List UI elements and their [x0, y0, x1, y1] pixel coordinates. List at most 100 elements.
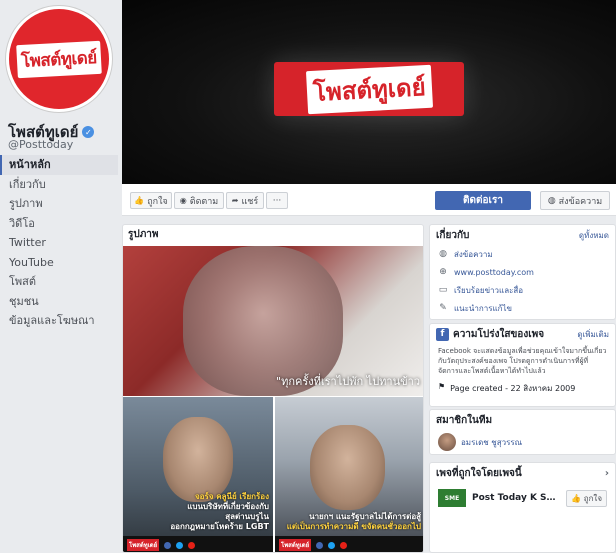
caption-line: ออกกฎหมายโหดร้าย LGBT [170, 522, 269, 531]
caption-line: จอร์จ คลูนีย์ เรียกร้อง [194, 492, 269, 501]
page-nav: หน้าหลัก เกี่ยวกับ รูปภาพ วิดีโอ Twitter… [0, 155, 118, 331]
nav-item-home[interactable]: หน้าหลัก [0, 155, 118, 175]
photo-quote: "ทุกครั้งที่เราไปพัก ไปทานข้าว [276, 375, 420, 388]
card-icon: ▭ [438, 285, 448, 295]
cover-photo[interactable]: โพสต์ทูเดย์ [122, 0, 616, 184]
messenger-icon: ◍ [439, 249, 447, 259]
photo-head [163, 417, 233, 502]
follow-label: ติดตาม [189, 196, 219, 207]
caption-line: สุลต่านบรูไน [225, 512, 269, 521]
avatar [438, 433, 456, 451]
nav-item-photos[interactable]: รูปภาพ [0, 194, 118, 214]
team-title: สมาชิกในทีม [436, 414, 493, 426]
youtube-icon [340, 541, 348, 549]
transparency-header: f ความโปร่งใสของเพจ ดูเพิ่มเติม [430, 324, 615, 344]
youtube-icon [188, 541, 196, 549]
messenger-icon: ◍ [547, 195, 556, 206]
liked-pages-card: เพจที่ถูกใจโดยเพจนี้ › SME Post Today K … [429, 462, 616, 553]
action-bar: 👍 ถูกใจ ◉ ติดตาม ➦ แชร์ ··· ติดต่อเรา ◍ … [122, 184, 616, 216]
page-created-row: ⚑ Page created - 22 สิงหาคม 2009 [430, 378, 615, 399]
about-title[interactable]: เกี่ยวกับ [436, 228, 469, 243]
globe-icon: ⊕ [439, 267, 447, 277]
about-row-website[interactable]: ⊕ www.posttoday.com [430, 263, 615, 281]
photos-title[interactable]: รูปภาพ [123, 225, 423, 245]
avatar-logo-bg: โพสต์ทูเดย์ [9, 9, 109, 109]
follow-button[interactable]: ◉ ติดตาม [174, 192, 224, 209]
thumbs-up-icon: 👍 [571, 493, 582, 503]
about-row-text: www.posttoday.com [454, 267, 534, 277]
about-row-category[interactable]: ▭ เรียบร้อยข่าวและสื่อ [430, 281, 615, 299]
footer-logo: โพสต์ทูเดย์ [279, 539, 312, 551]
share-label: แชร์ [241, 196, 259, 207]
about-row-text: ส่งข้อความ [454, 249, 493, 259]
left-column: โพสต์ทูเดย์ โพสต์ทูเดย์ ✓ @Posttoday หน้… [0, 0, 122, 553]
page-avatar[interactable]: โพสต์ทูเดย์ [6, 6, 112, 112]
photos-panel: รูปภาพ "ทุกครั้งที่เราไปพัก ไปทานข้าว จอ… [122, 224, 424, 553]
send-message-button[interactable]: ◍ ส่งข้อความ [540, 191, 610, 210]
transparency-see-more-link[interactable]: ดูเพิ่มเติม [577, 328, 609, 341]
photo-caption-right: นายกฯ แนะรัฐบาลไม่ได้การต่อสู้ แต่เป็นกา… [279, 512, 421, 532]
send-message-label: ส่งข้อความ [558, 196, 603, 207]
more-label: ··· [272, 195, 282, 206]
about-row-suggest-edit[interactable]: ✎ แนะนำการแก้ไข [430, 299, 615, 317]
nav-item-videos[interactable]: วิดีโอ [0, 214, 118, 234]
avatar-logo-text: โพสต์ทูเดย์ [16, 40, 102, 78]
nav-item-twitter[interactable]: Twitter [0, 233, 118, 253]
transparency-description: Facebook จะแสดงข้อมูลเพื่อช่วยคุณเข้าใจม… [438, 347, 607, 375]
photo-small-right[interactable]: นายกฯ แนะรัฐบาลไม่ได้การต่อสู้ แต่เป็นกา… [275, 397, 423, 552]
caption-line: แบนบริษัทที่เกี่ยวข้องกับ [187, 502, 269, 511]
twitter-icon [176, 541, 184, 549]
chevron-right-icon[interactable]: › [605, 468, 609, 479]
photo-head [310, 425, 385, 510]
like-label: ถูกใจ [583, 493, 602, 503]
page-transparency-card: f ความโปร่งใสของเพจ ดูเพิ่มเติม Facebook… [429, 323, 616, 407]
page-handle[interactable]: @Posttoday [8, 138, 73, 151]
like-label: ถูกใจ [147, 196, 168, 207]
share-arrow-icon: ➦ [231, 196, 239, 205]
nav-item-info-ads[interactable]: ข้อมูลและโฆษณา [0, 311, 118, 331]
cover-logo-text: โพสต์ทูเดย์ [305, 64, 433, 114]
sme-logo: SME [438, 489, 466, 507]
photo-footer: โพสต์ทูเดย์ [275, 536, 423, 552]
liked-page-name[interactable]: Post Today K SM... [472, 493, 560, 503]
team-header: สมาชิกในทีม [430, 410, 615, 430]
thumbs-up-icon: 👍 [134, 196, 145, 205]
nav-item-about[interactable]: เกี่ยวกับ [0, 175, 118, 195]
share-button[interactable]: ➦ แชร์ [226, 192, 264, 209]
footer-logo: โพสต์ทูเดย์ [127, 539, 160, 551]
photo-caption-left: จอร์จ คลูนีย์ เรียกร้อง แบนบริษัทที่เกี่… [127, 492, 269, 532]
transparency-title: ความโปร่งใสของเพจ [453, 328, 545, 340]
about-row-message[interactable]: ◍ ส่งข้อความ [430, 245, 615, 263]
team-member-row[interactable]: อมรเดช ชูสุวรรณ [430, 430, 615, 454]
about-row-text: เรียบร้อยข่าวและสื่อ [454, 285, 524, 295]
cover-logo: โพสต์ทูเดย์ [274, 62, 464, 116]
photo-large[interactable]: "ทุกครั้งที่เราไปพัก ไปทานข้าว [123, 246, 423, 396]
flag-icon: ⚑ [438, 382, 446, 391]
rss-icon: ◉ [179, 196, 187, 205]
facebook-icon: f [436, 327, 449, 341]
like-button[interactable]: 👍 ถูกใจ [130, 192, 172, 209]
team-member-name: อมรเดช ชูสุวรรณ [461, 437, 523, 447]
liked-page-like-button[interactable]: 👍 ถูกใจ [566, 489, 607, 507]
facebook-icon [316, 541, 324, 549]
photo-footer: โพสต์ทูเดย์ [123, 536, 273, 552]
nav-item-community[interactable]: ชุมชน [0, 292, 118, 312]
about-row-text: แนะนำการแก้ไข [454, 303, 513, 313]
caption-line: นายกฯ แนะรัฐบาลไม่ได้การต่อสู้ [309, 512, 421, 521]
nav-item-youtube[interactable]: YouTube [0, 253, 118, 273]
twitter-icon [328, 541, 336, 549]
contact-us-button[interactable]: ติดต่อเรา [435, 191, 531, 210]
team-members-card: สมาชิกในทีม อมรเดช ชูสุวรรณ [429, 409, 616, 455]
about-card: เกี่ยวกับ ดูทั้งหมด ◍ ส่งข้อความ ⊕ www.p… [429, 224, 616, 320]
more-options-button[interactable]: ··· [266, 192, 288, 209]
liked-header: เพจที่ถูกใจโดยเพจนี้ › [430, 463, 615, 483]
pencil-icon: ✎ [439, 303, 447, 313]
transparency-title-wrap: f ความโปร่งใสของเพจ [436, 327, 544, 342]
liked-page-row[interactable]: SME Post Today K SM... 👍 ถูกใจ [430, 483, 615, 513]
photo-small-left[interactable]: จอร์จ คลูนีย์ เรียกร้อง แบนบริษัทที่เกี่… [123, 397, 273, 552]
nav-item-posts[interactable]: โพสต์ [0, 272, 118, 292]
about-see-all-link[interactable]: ดูทั้งหมด [579, 229, 609, 242]
verified-badge-icon: ✓ [82, 126, 95, 138]
about-header: เกี่ยวกับ ดูทั้งหมด [430, 225, 615, 245]
caption-line: แต่เป็นการทำความดี ขจัดคนชั่วออกไป [286, 522, 421, 531]
